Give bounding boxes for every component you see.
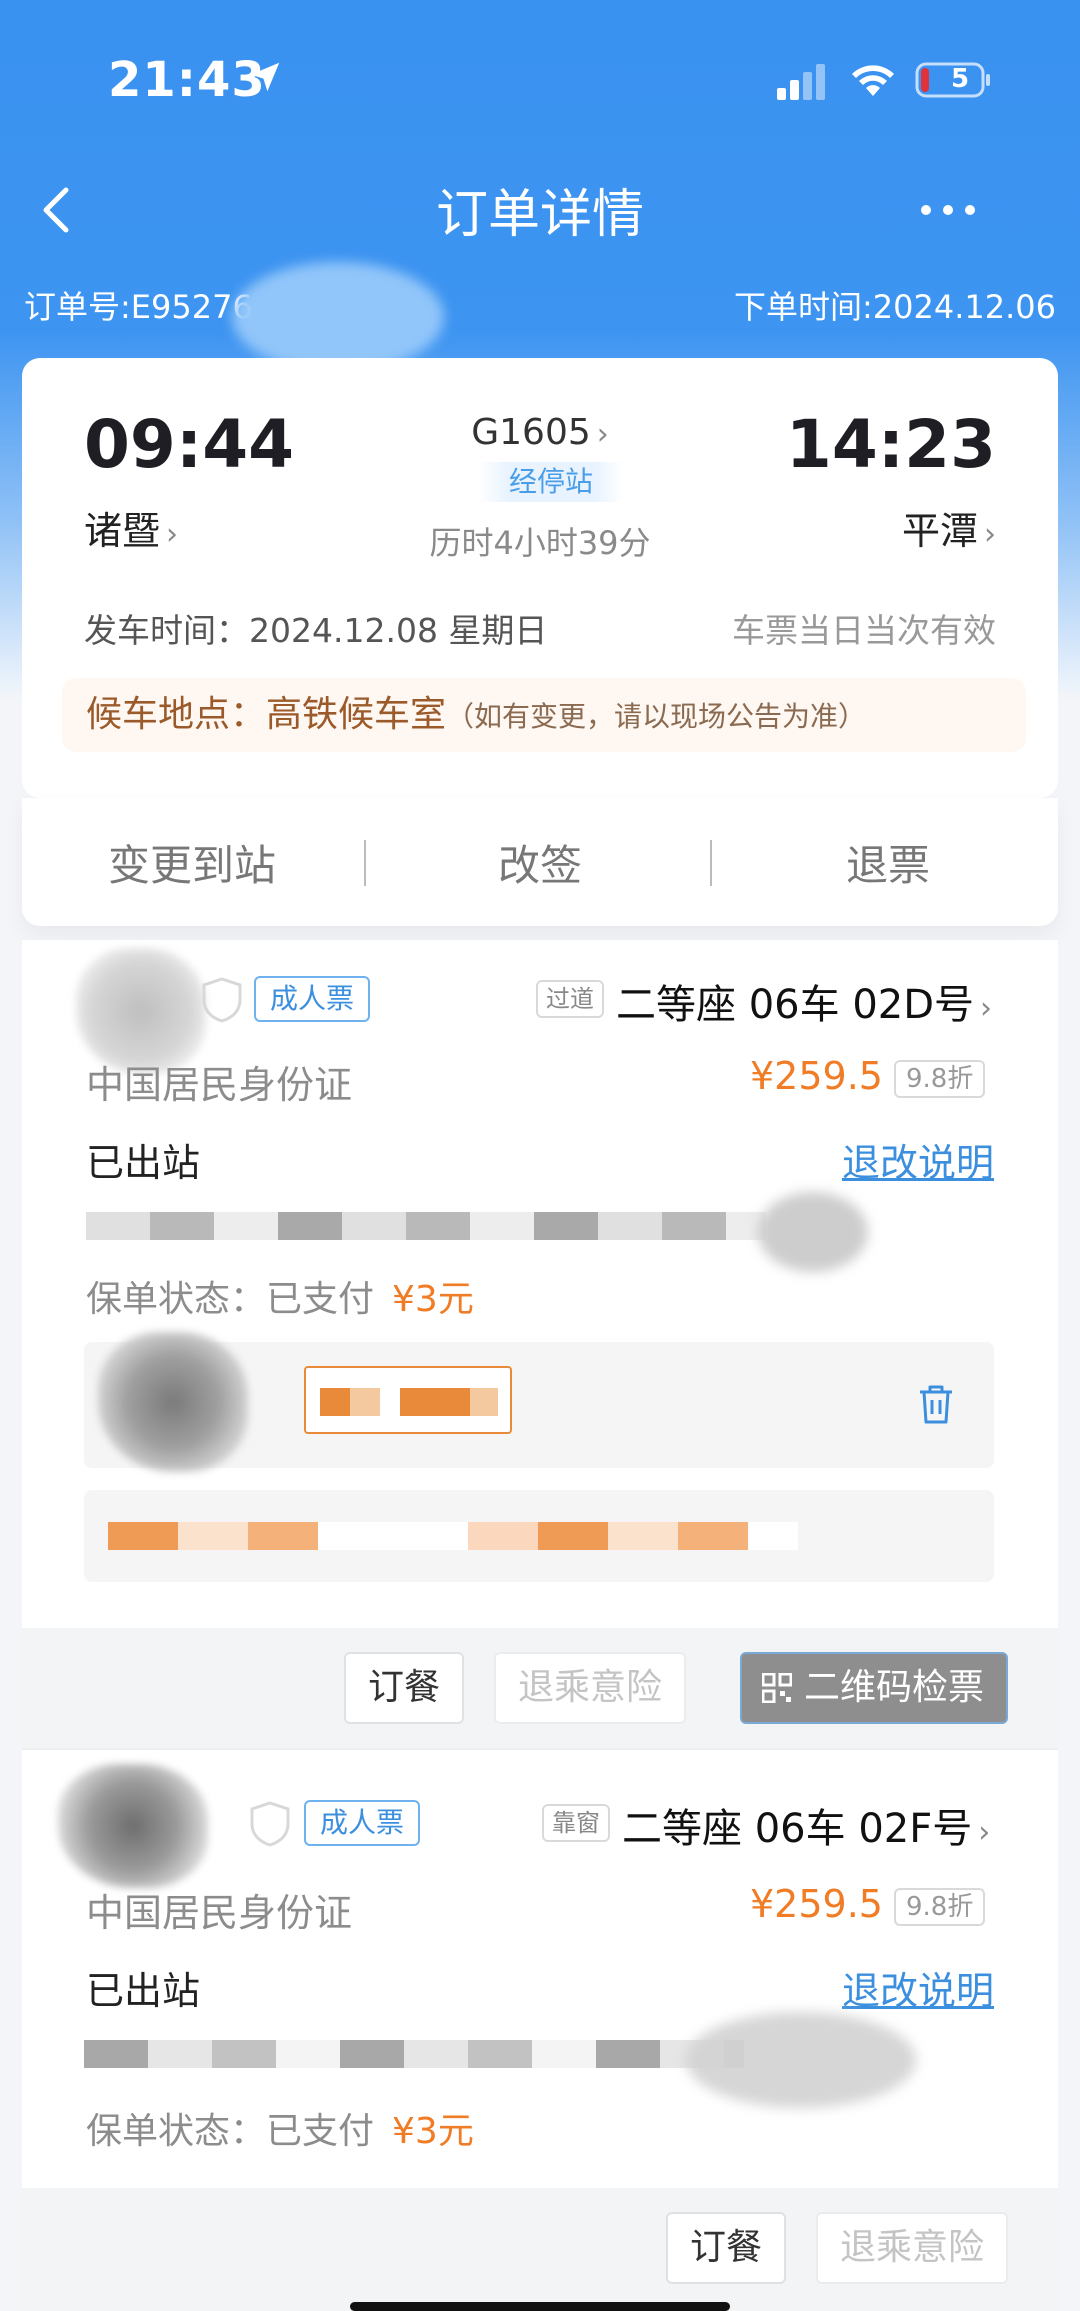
redaction	[108, 1522, 798, 1550]
nav-bar: 订单详情	[0, 160, 1080, 260]
insurance-status: 保单状态：已支付 ¥3元	[86, 2102, 474, 2154]
waiting-place: 高铁候车室	[266, 694, 447, 735]
insurance-status: 保单状态：已支付 ¥3元	[86, 1270, 474, 1322]
battery-level: 5	[950, 64, 970, 94]
ticket-price: ¥259.5	[750, 1882, 883, 1926]
seat-position-tag: 靠窗	[542, 1804, 610, 1842]
passenger-card: 成人票 靠窗 二等座 06车 02F号 › 中国居民身份证 ¥259.5 9.8折…	[22, 1748, 1058, 2188]
waiting-note: （如有变更，请以现场公告为准）	[446, 700, 867, 733]
refund-button[interactable]: 退票	[738, 832, 1038, 893]
contact-info-row	[84, 1490, 994, 1582]
qr-check-button[interactable]: 二维码检票	[740, 1652, 1009, 1724]
refund-insurance-button[interactable]: 退乘意险	[816, 2212, 1009, 2284]
refund-rules-link[interactable]: 退改说明	[842, 1960, 994, 2015]
discount-tag: 9.8折	[894, 1060, 986, 1098]
chevron-right-icon: ›	[980, 991, 993, 1026]
ticket-type-tag: 成人票	[254, 976, 371, 1022]
home-indicator	[350, 2302, 730, 2311]
order-number: 订单号:E95276	[24, 288, 253, 326]
passenger-card: 成人票 过道 二等座 06车 02D号 › 中国居民身份证 ¥259.5 9.8折…	[22, 940, 1058, 1628]
redaction	[58, 1764, 208, 1888]
shield-icon	[250, 1801, 290, 1847]
order-meal-button[interactable]: 订餐	[344, 1652, 465, 1724]
ticket-type-tag: 成人票	[304, 1800, 421, 1846]
order-meal-button[interactable]: 订餐	[666, 2212, 787, 2284]
location-arrow-icon	[250, 62, 280, 92]
seat-text: 二等座 06车 02F号	[622, 1806, 973, 1852]
stops-badge[interactable]: 经停站	[479, 462, 623, 502]
ticket-price: ¥259.5	[750, 1054, 883, 1098]
redaction	[232, 262, 444, 372]
insurance-label: 保单状态：已支付	[86, 1279, 375, 1320]
passenger-actions: 订餐 退乘意险	[22, 2188, 1058, 2311]
refund-rules-link[interactable]: 退改说明	[842, 1132, 994, 1187]
discount-tag: 9.8折	[894, 1888, 986, 1926]
more-icon[interactable]	[918, 200, 978, 220]
train-number[interactable]: G1605 ›	[22, 412, 1058, 453]
redaction	[758, 1192, 868, 1272]
ticket-status: 已出站	[86, 1969, 201, 2013]
ticket-status: 已出站	[86, 1141, 201, 1185]
divider	[710, 840, 712, 886]
trip-card: 09:44 14:23 诸暨 › 平潭 › G1605 › 经停站 历时4小时39分 …	[22, 358, 1058, 798]
seat-info[interactable]: 二等座 06车 02F号 ›	[622, 1796, 990, 1854]
qr-check-label: 二维码检票	[804, 1667, 985, 1708]
seat-info[interactable]: 二等座 06车 02D号 ›	[616, 972, 992, 1030]
contact-row	[84, 1332, 994, 1472]
departure-date: 发车时间：2024.12.08 星期日	[84, 611, 548, 650]
waiting-area-box: 候车地点：高铁候车室（如有变更，请以现场公告为准）	[62, 678, 1026, 752]
divider	[364, 840, 366, 886]
order-time: 下单时间:2024.12.06	[733, 288, 1056, 326]
id-type: 中国居民身份证	[86, 1063, 353, 1107]
redaction	[304, 1366, 512, 1434]
id-type: 中国居民身份证	[86, 1891, 353, 1935]
passenger-actions: 订餐 退乘意险 二维码检票	[22, 1628, 1058, 1748]
redaction	[686, 2012, 916, 2108]
seat-position-tag: 过道	[536, 980, 604, 1018]
refund-insurance-button[interactable]: 退乘意险	[494, 1652, 687, 1724]
reschedule-button[interactable]: 改签	[390, 832, 690, 893]
chevron-right-icon: ›	[596, 417, 609, 452]
waiting-label: 候车地点：	[86, 694, 267, 735]
insurance-label: 保单状态：已支付	[86, 2111, 375, 2152]
wifi-icon	[852, 65, 894, 96]
insurance-price: ¥3元	[392, 2111, 474, 2152]
order-actions: 变更到站 改签 退票	[22, 798, 1058, 926]
insurance-price: ¥3元	[392, 1279, 474, 1320]
shield-icon	[202, 977, 242, 1023]
signal-icon	[777, 64, 825, 100]
status-bar: 21:43 5	[0, 0, 1080, 160]
trip-duration: 历时4小时39分	[429, 524, 651, 562]
qr-code-icon	[762, 1673, 792, 1703]
redaction	[84, 2040, 744, 2068]
redaction	[320, 1388, 498, 1416]
change-station-button[interactable]: 变更到站	[42, 832, 342, 893]
seat-text: 二等座 06车 02D号	[616, 982, 975, 1028]
train-number-text: G1605	[471, 412, 591, 453]
chevron-right-icon: ›	[978, 1815, 991, 1850]
status-time: 21:43	[108, 52, 266, 108]
redaction	[98, 1332, 248, 1472]
validity-note: 车票当日当次有效	[732, 611, 996, 650]
trash-icon[interactable]	[914, 1380, 958, 1428]
redaction	[86, 1212, 766, 1240]
